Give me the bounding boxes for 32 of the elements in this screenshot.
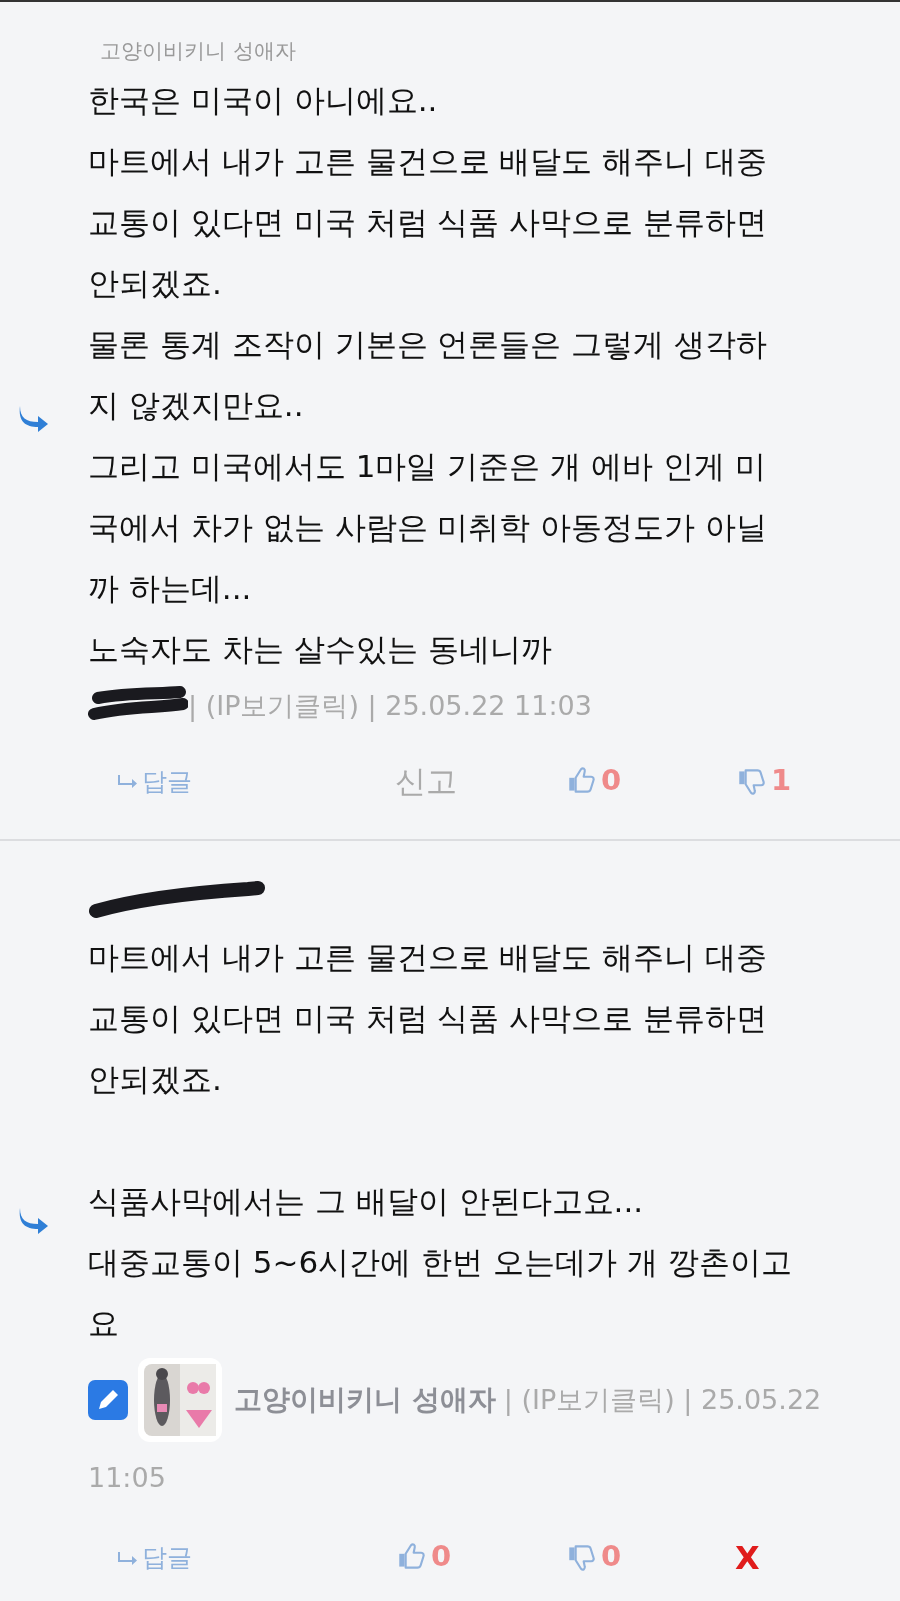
- like-button[interactable]: 0: [395, 1535, 452, 1579]
- comment-line: 까 하는데...: [88, 569, 253, 608]
- quoted-author: 고양이비키니 성애자: [99, 38, 297, 65]
- comment-meta: | (IP보기클릭) | 25.05.22: [503, 1382, 822, 1418]
- reply-button[interactable]: 답글: [118, 762, 192, 800]
- comment-line: 교통이 있다면 미국 처럼 식품 사막으로 분류하면: [88, 203, 769, 242]
- reply-button[interactable]: 답글: [118, 1538, 192, 1577]
- like-button[interactable]: 0: [565, 758, 622, 803]
- report-button[interactable]: 신고: [395, 758, 457, 805]
- comment-line: 한국은 미국이 아니에요..: [88, 81, 439, 120]
- comment-line: 마트에서 내가 고른 물건으로 배달도 해주니 대중: [88, 142, 769, 181]
- dislike-button[interactable]: 0: [565, 1535, 622, 1579]
- author-name[interactable]: 고양이비키니 성애자: [234, 1378, 496, 1421]
- comment-line: 안되겠죠.: [88, 1059, 223, 1099]
- comment-line: 마트에서 내가 고른 물건으로 배달도 해주니 대중: [88, 937, 769, 977]
- delete-button[interactable]: X: [735, 1533, 760, 1582]
- comment-line: 교통이 있다면 미국 처럼 식품 사막으로 분류하면: [88, 998, 769, 1038]
- comment-line: 그리고 미국에서도 1마일 기준은 개 에바 인게 미: [88, 447, 767, 486]
- reply-arrow-icon: [118, 1550, 138, 1565]
- comment-line: 대중교통이 5~6시간에 한번 오는데가 개 깡촌이고: [88, 1242, 793, 1282]
- comment-line: 식품사막에서는 그 배달이 안된다고요...: [88, 1181, 645, 1221]
- comment-line: 안되겠죠.: [88, 264, 223, 303]
- comment-line: 국에서 차가 없는 사람은 미취학 아동정도가 아닐: [88, 508, 769, 547]
- edit-icon[interactable]: [88, 1379, 128, 1420]
- comment-line: 노숙자도 차는 살수있는 동네니까: [88, 630, 553, 669]
- comment-meta: | (IP보기클릭) | 25.05.22 11:03: [188, 689, 592, 724]
- comment-line: 지 않겠지만요..: [88, 386, 305, 425]
- comment-time: 11:05: [88, 1460, 167, 1495]
- dislike-button[interactable]: 1: [735, 758, 792, 803]
- reply-arrow-icon: [118, 774, 138, 789]
- comment-line: 요: [88, 1303, 120, 1343]
- comment-line: 물론 통계 조작이 기본은 언론들은 그렇게 생각하: [88, 325, 769, 364]
